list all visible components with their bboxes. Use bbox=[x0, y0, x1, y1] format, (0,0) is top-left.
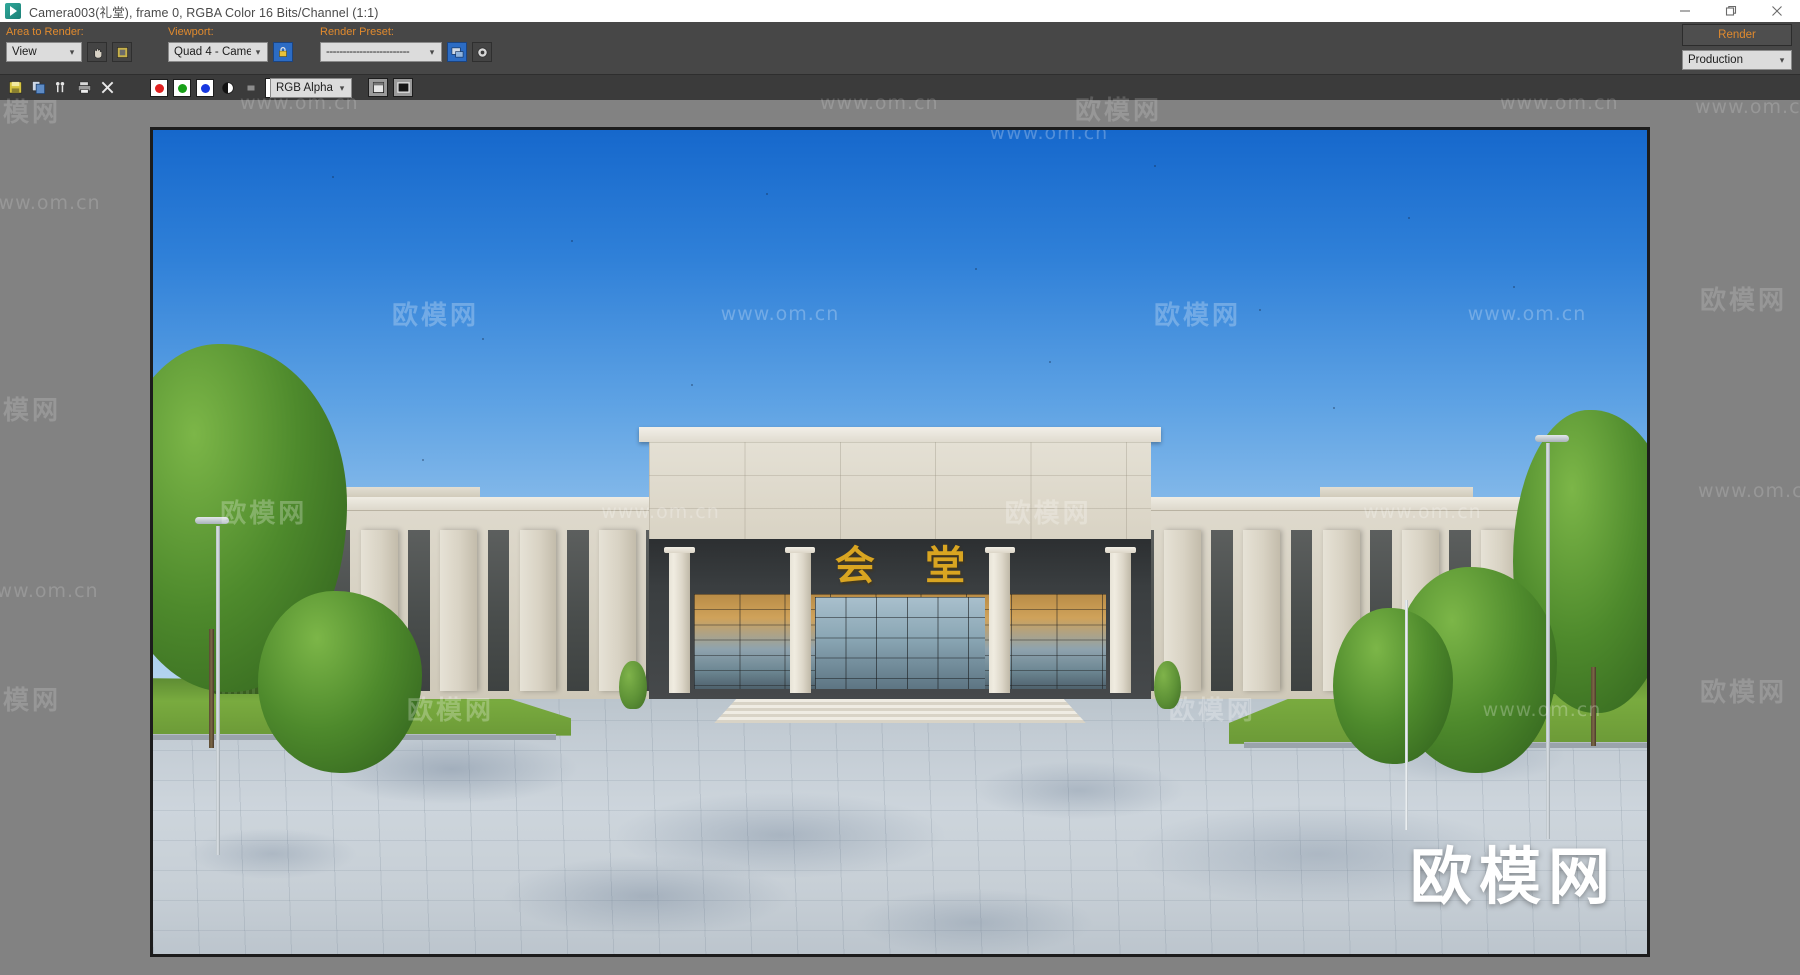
render-action-group: Render Production ▾ bbox=[1682, 24, 1792, 70]
blue-channel-button[interactable] bbox=[196, 79, 214, 97]
clone-rendered-frame-button[interactable] bbox=[52, 78, 70, 96]
render-preset-select[interactable]: ------------------------- ▾ bbox=[320, 42, 442, 62]
maximize-icon[interactable] bbox=[1708, 0, 1754, 22]
area-to-render-label: Area to Render: bbox=[6, 26, 84, 38]
watermark-brand: 欧模网 bbox=[1700, 286, 1788, 316]
red-channel-button[interactable] bbox=[150, 79, 168, 97]
entrance-shrub-left bbox=[618, 660, 647, 710]
watermark-brand: 欧模网 bbox=[0, 396, 62, 426]
signage-character-2: 堂 bbox=[925, 542, 966, 590]
area-to-render-value: View bbox=[12, 46, 37, 58]
tree-left-small bbox=[257, 591, 422, 773]
channel-select-group: RGB Alpha ▾ bbox=[270, 78, 352, 98]
watermark-url: www.om.cn bbox=[0, 580, 99, 602]
render-mode-select[interactable]: Production ▾ bbox=[1682, 50, 1792, 70]
lamp-post-left bbox=[215, 525, 220, 856]
watermark-brand: 欧模网 bbox=[0, 686, 62, 716]
rendered-image-frame[interactable]: 会 堂 欧模网 www.om.cn 欧模网 www.om.cn www.om.c… bbox=[150, 127, 1650, 957]
render-preset-group: Render Preset: -------------------------… bbox=[320, 26, 492, 62]
render-preset-value: ------------------------- bbox=[326, 46, 410, 58]
duplicate-render-window-button[interactable] bbox=[393, 78, 413, 97]
save-image-button[interactable] bbox=[6, 78, 24, 96]
viewport-label: Viewport: bbox=[168, 26, 214, 38]
watermark-url: www.om.cn bbox=[1695, 96, 1800, 118]
watermark-url: www.om.cn bbox=[0, 192, 101, 214]
lamp-head-right bbox=[1535, 434, 1570, 442]
signage-character-1: 会 bbox=[834, 542, 875, 590]
viewport-value: Quad 4 - Camera0 bbox=[174, 46, 251, 58]
window-title: Camera003(礼堂), frame 0, RGBA Color 16 Bi… bbox=[29, 5, 379, 20]
chevron-down-icon: ▾ bbox=[1779, 54, 1785, 65]
central-pavilion: 会 堂 bbox=[618, 426, 1182, 724]
channel-buttons bbox=[150, 78, 283, 98]
lamp-post-right bbox=[1545, 443, 1550, 839]
entrance-steps bbox=[714, 698, 1086, 724]
render-preset-label: Render Preset: bbox=[320, 26, 394, 38]
environment-settings-button[interactable] bbox=[472, 42, 492, 62]
image-file-buttons bbox=[6, 78, 116, 96]
green-channel-button[interactable] bbox=[173, 79, 191, 97]
viewport-group: Viewport: Quad 4 - Camera0 ▾ bbox=[168, 26, 293, 62]
print-image-button[interactable] bbox=[75, 78, 93, 96]
lamp-head-left bbox=[194, 517, 229, 525]
render-mode-value: Production bbox=[1688, 54, 1743, 66]
chevron-down-icon: ▾ bbox=[339, 82, 345, 93]
render-controls-row: Area to Render: View ▾ Viewport: Quad 4 … bbox=[0, 22, 1800, 74]
chevron-down-icon: ▾ bbox=[69, 46, 75, 57]
render-button[interactable]: Render bbox=[1682, 24, 1792, 46]
display-alpha-channel-button[interactable] bbox=[242, 79, 260, 97]
render-canvas-area[interactable]: 欧模网 www.om.cn 欧模网 www.om.cn 欧模网 www.om.c… bbox=[0, 92, 1800, 975]
entrance-shrub-right bbox=[1153, 660, 1182, 710]
render-frame-icon bbox=[5, 3, 21, 19]
pan-region-button[interactable] bbox=[87, 42, 107, 62]
toggle-ui-overlay-button[interactable] bbox=[368, 78, 388, 97]
window-title-bar: Camera003(礼堂), frame 0, RGBA Color 16 Bi… bbox=[0, 0, 1800, 22]
monochrome-button[interactable] bbox=[219, 79, 237, 97]
central-stone-wall bbox=[649, 441, 1151, 540]
area-to-render-group: Area to Render: View ▾ bbox=[6, 26, 132, 62]
central-cornice bbox=[638, 426, 1162, 442]
viewport-lock-button[interactable] bbox=[273, 42, 293, 62]
viewport-select[interactable]: Quad 4 - Camera0 ▾ bbox=[168, 42, 268, 62]
auto-region-selected-button[interactable] bbox=[112, 42, 132, 62]
chevron-down-icon: ▾ bbox=[429, 46, 435, 57]
flag-pole bbox=[1404, 599, 1408, 831]
watermark-url: www.om.cn bbox=[1698, 480, 1800, 502]
minimize-icon[interactable] bbox=[1662, 0, 1708, 22]
window-controls bbox=[1662, 0, 1800, 22]
entrance-center-glazing bbox=[814, 596, 986, 690]
close-icon[interactable] bbox=[1754, 0, 1800, 22]
wing-attic-left bbox=[326, 487, 481, 498]
wing-attic-right bbox=[1319, 487, 1474, 498]
image-tools-row: RGB Alpha ▾ bbox=[0, 74, 1800, 100]
tree-right-far bbox=[1333, 607, 1453, 765]
image-view-buttons bbox=[368, 78, 413, 97]
channel-select-value: RGB Alpha bbox=[276, 82, 333, 94]
render-frame-toolbars: Area to Render: View ▾ Viewport: Quad 4 … bbox=[0, 22, 1800, 100]
building-signage: 会 堂 bbox=[649, 546, 1151, 586]
watermark-brand: 欧模网 bbox=[1700, 678, 1788, 708]
copy-image-button[interactable] bbox=[29, 78, 47, 96]
chevron-down-icon: ▾ bbox=[255, 46, 261, 57]
rendered-image: 会 堂 欧模网 www.om.cn 欧模网 www.om.cn www.om.c… bbox=[153, 130, 1647, 954]
channel-select[interactable]: RGB Alpha ▾ bbox=[270, 78, 352, 98]
area-to-render-select[interactable]: View ▾ bbox=[6, 42, 82, 62]
render-setup-button[interactable] bbox=[447, 42, 467, 62]
clear-image-button[interactable] bbox=[98, 78, 116, 96]
